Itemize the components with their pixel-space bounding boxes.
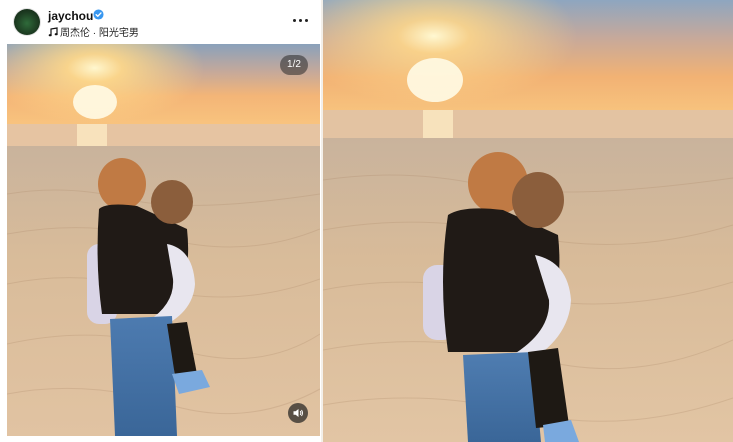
beach-sunset-image-large — [323, 0, 733, 442]
post-card: jaychou 周杰伦 · 阳光宅男 1/2 — [0, 0, 321, 442]
music-attribution[interactable]: 周杰伦 · 阳光宅男 — [48, 24, 139, 39]
enlarged-photo — [323, 0, 733, 442]
post-header: jaychou 周杰伦 · 阳光宅男 — [0, 0, 321, 44]
verified-badge-icon — [93, 9, 104, 20]
post-photo[interactable] — [7, 44, 320, 436]
music-label: 周杰伦 · 阳光宅男 — [60, 28, 139, 39]
beach-sunset-image — [7, 44, 320, 436]
username[interactable]: jaychou — [48, 9, 93, 23]
avatar[interactable] — [14, 9, 40, 35]
more-options-icon[interactable] — [291, 13, 311, 29]
music-note-icon — [48, 27, 58, 37]
audio-toggle-button[interactable] — [288, 403, 308, 423]
speaker-icon — [293, 409, 303, 417]
page-counter: 1/2 — [280, 55, 308, 75]
